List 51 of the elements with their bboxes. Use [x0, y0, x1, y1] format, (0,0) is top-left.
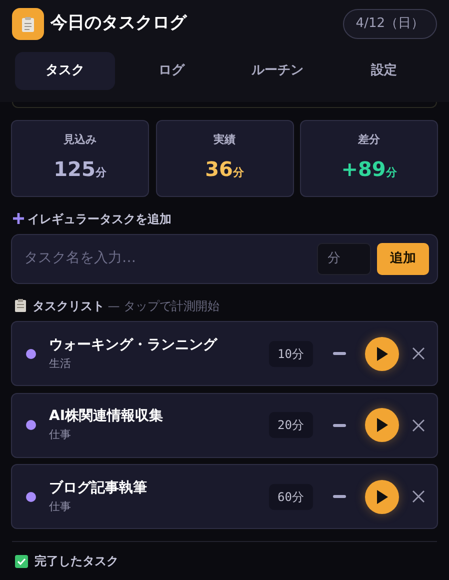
app-title: 今日のタスクログ [50, 12, 186, 36]
minutes-badge: 20分 [268, 412, 313, 438]
task-category: 仕事 [49, 498, 72, 515]
add-task-field[interactable]: タスク名を入力… 分 追加 [11, 234, 438, 284]
stat-value: 36分 [205, 156, 244, 184]
section-title: 完了したタスク [34, 553, 118, 570]
dash-icon[interactable] [332, 495, 346, 498]
stat-label: 見込み [64, 132, 96, 148]
section-title: イレギュラータスクを追加 [27, 210, 172, 228]
section-title: タスクリスト [32, 298, 104, 314]
plus-icon [13, 213, 24, 224]
hint-text: — タップで計測開始 [108, 298, 220, 314]
date-pill: 4/12（日） [342, 9, 437, 39]
play-button[interactable] [365, 480, 399, 514]
task-card[interactable]: ブログ記事執筆 仕事 60分 [11, 464, 438, 529]
minutes-badge: 60分 [268, 484, 313, 510]
stat-value: 125分 [54, 156, 106, 184]
task-name: ウォーキング・ランニング [49, 336, 218, 355]
play-icon [376, 346, 388, 360]
close-icon [412, 418, 425, 432]
task-name-field[interactable]: タスク名を入力… [24, 244, 310, 274]
play-icon [376, 490, 388, 504]
dash-icon[interactable] [332, 352, 346, 355]
stat-value: +89分 [341, 156, 397, 184]
dash-icon[interactable] [332, 424, 346, 426]
task-card[interactable]: AI株関連情報収集 仕事 20分 [11, 392, 438, 458]
play-icon [376, 418, 388, 432]
close-button[interactable] [412, 347, 425, 360]
task-name: ブログ記事執筆 [49, 478, 148, 498]
minutes-badge: 10分 [268, 340, 313, 366]
add-button[interactable]: 追加 [377, 243, 429, 274]
stat-label: 実績 [214, 132, 236, 148]
check-icon [15, 554, 28, 568]
task-name: AI株関連情報収集 [49, 407, 164, 426]
task-category: 仕事 [49, 427, 72, 444]
close-button[interactable] [412, 418, 425, 432]
clipboard-icon [15, 299, 26, 312]
close-icon [412, 347, 425, 360]
tab[interactable]: 設定 [334, 52, 434, 90]
play-button[interactable] [365, 408, 399, 442]
app-icon [12, 8, 44, 40]
play-button[interactable] [365, 336, 399, 370]
close-button[interactable] [412, 490, 425, 503]
task-card[interactable]: ウォーキング・ランニング 生活 10分 [11, 321, 438, 386]
minutes-field[interactable]: 分 [316, 243, 370, 274]
tab[interactable]: ルーチン [228, 52, 328, 90]
task-category: 生活 [49, 356, 72, 372]
stat-label: 差分 [358, 132, 380, 148]
tab[interactable]: ログ [122, 52, 222, 90]
close-icon [412, 490, 425, 503]
tab[interactable]: タスク [15, 52, 115, 90]
